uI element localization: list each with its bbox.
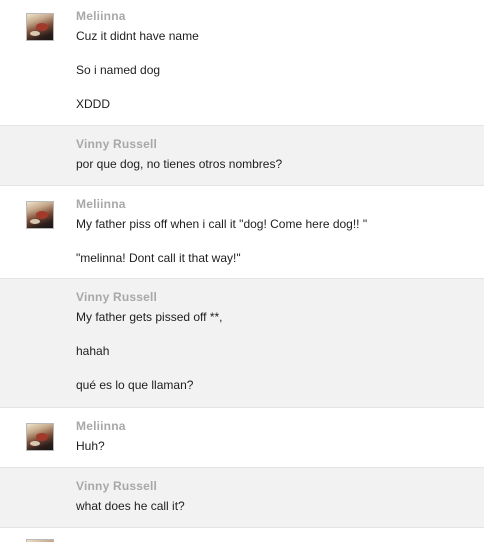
chat-transcript: Meliinna Cuz it didnt have name So i nam… <box>0 0 484 542</box>
message-text: por que dog, no tienes otros nombres? <box>76 157 283 171</box>
message-group: Meliinna Cuz it didnt have name So i nam… <box>0 0 484 126</box>
message-text: So i named dog <box>76 63 161 77</box>
avatar[interactable] <box>26 423 54 451</box>
message-text: XDDD <box>76 97 111 111</box>
message-group: Vinny Russell what does he call it? <box>0 468 484 528</box>
message-text: "melinna! Dont call it that way!" <box>76 251 241 265</box>
sender-name: Vinny Russell <box>76 137 158 151</box>
message-text: hahah <box>76 344 110 358</box>
avatar[interactable] <box>26 13 54 41</box>
message-text: qué es lo que llaman? <box>76 378 194 392</box>
sender-name: Vinny Russell <box>76 290 158 304</box>
sender-name: Vinny Russell <box>76 479 158 493</box>
message-text: what does he call it? <box>76 499 185 513</box>
message-text: Huh? <box>76 439 105 453</box>
sender-name: Meliinna <box>76 9 126 23</box>
avatar[interactable] <box>26 201 54 229</box>
sender-name: Meliinna <box>76 197 126 211</box>
message-text: Cuz it didnt have name <box>76 29 199 43</box>
message-group <box>0 528 484 542</box>
message-group: Vinny Russell My father gets pissed off … <box>0 279 484 408</box>
message-text: My father gets pissed off **, <box>76 310 223 324</box>
message-group: Meliinna My father piss off when i call … <box>0 186 484 279</box>
message-group: Vinny Russell por que dog, no tienes otr… <box>0 126 484 186</box>
message-text: My father piss off when i call it "dog! … <box>76 217 368 231</box>
message-group: Meliinna Huh? <box>0 408 484 468</box>
sender-name: Meliinna <box>76 419 126 433</box>
